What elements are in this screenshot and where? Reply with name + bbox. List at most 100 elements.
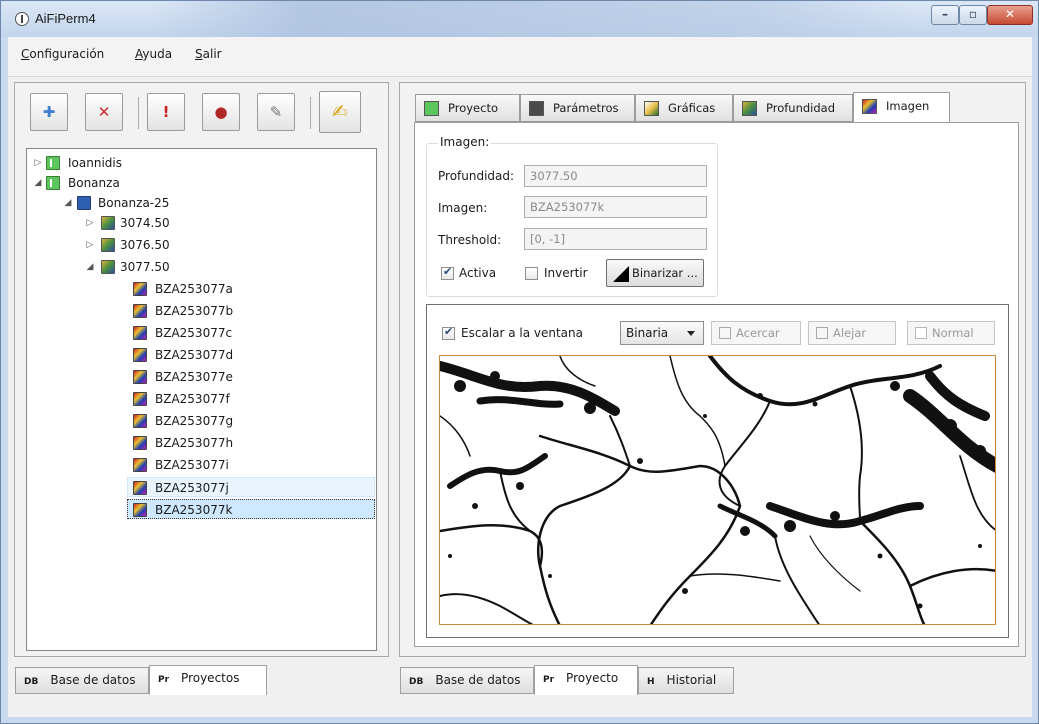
normal-button[interactable]: Normal — [907, 321, 995, 345]
tree-node-label: Bonanza — [68, 176, 120, 190]
normal-checkbox-icon — [915, 327, 927, 339]
tree-node-image[interactable]: BZA253077b — [127, 301, 247, 321]
tree-node-bonanza-25[interactable]: ◢ Bonanza-25 — [27, 193, 367, 213]
alert-button[interactable]: ! — [147, 93, 185, 131]
tab-label: Parámetros — [553, 101, 619, 115]
collapsed-expander-icon[interactable]: ▷ — [33, 153, 43, 173]
zoom-out-icon — [816, 327, 828, 339]
activa-checkbox[interactable] — [441, 265, 454, 280]
tree-node-image-hovered[interactable]: BZA253077j — [127, 477, 375, 497]
mode-select[interactable]: Binaria — [620, 321, 704, 345]
collapsed-expander-icon[interactable]: ▷ — [85, 213, 95, 233]
project-icon — [46, 176, 60, 190]
tab-imagen[interactable]: Imagen — [853, 92, 950, 123]
maximize-button[interactable]: ▫ — [959, 5, 987, 25]
project-icon — [424, 101, 439, 116]
tree-node-bonanza[interactable]: ◢ Bonanza — [27, 173, 367, 193]
expanded-expander-icon[interactable]: ◢ — [63, 193, 73, 213]
alejar-button[interactable]: Alejar — [808, 321, 896, 345]
menu-bar: Configuración Ayuda Salir — [8, 37, 1032, 77]
escalar-checkbox[interactable] — [442, 325, 455, 340]
tree-node-label: BZA253077f — [155, 392, 230, 406]
tab-label: Base de datos — [50, 673, 136, 687]
maximize-icon: ▫ — [968, 7, 978, 21]
threshold-field[interactable]: [0, -1] — [524, 228, 707, 250]
delete-icon: ✕ — [97, 103, 111, 121]
tab-graficas[interactable]: Gráficas — [635, 94, 733, 122]
tree-node-depth[interactable]: ▷ 3074.50 — [27, 213, 367, 233]
tab-label: Historial — [666, 673, 717, 687]
tree-node-depth[interactable]: ▷ 3076.50 — [27, 235, 367, 255]
tree-node-label: Bonanza-25 — [98, 196, 170, 210]
tree-node-depth[interactable]: ◢ 3077.50 — [27, 257, 367, 277]
parameters-icon — [529, 101, 544, 116]
menu-salir[interactable]: Salir — [195, 47, 222, 61]
tree-node-image[interactable]: BZA253077d — [127, 345, 247, 365]
tab-base-de-datos[interactable]: DB Base de datos — [400, 667, 534, 694]
normal-label: Normal — [932, 326, 974, 340]
tab-proyecto[interactable]: Proyecto — [415, 94, 520, 122]
activa-label: Activa — [459, 266, 497, 280]
tab-label: Gráficas — [668, 101, 716, 115]
tab-label: Proyecto — [448, 101, 498, 115]
tree-node-image[interactable]: BZA253077f — [127, 389, 247, 409]
invertir-checkbox[interactable] — [525, 267, 538, 280]
imagen-field[interactable]: BZA253077k — [524, 196, 707, 218]
binarizar-label: Binarizar ... — [632, 266, 698, 280]
tab-label: Base de datos — [435, 673, 521, 687]
expanded-expander-icon[interactable]: ◢ — [33, 173, 43, 193]
alejar-label: Alejar — [833, 326, 867, 340]
image-icon — [133, 392, 147, 406]
tree-node-image[interactable]: BZA253077g — [127, 411, 247, 431]
calculate-button[interactable]: ✍ — [319, 91, 361, 133]
image-icon — [133, 304, 147, 318]
tree-node-image[interactable]: BZA253077c — [127, 323, 247, 343]
tree-node-image[interactable]: BZA253077h — [127, 433, 247, 453]
acercar-label: Acercar — [736, 326, 780, 340]
menu-configuracion[interactable]: Configuración — [21, 47, 104, 61]
pore-button[interactable]: ● — [202, 93, 240, 131]
tree-node-label: BZA253077k — [155, 503, 233, 517]
add-image-button[interactable]: ✚ — [30, 93, 68, 131]
tree-node-image[interactable]: BZA253077a — [127, 279, 247, 299]
pr-code: Pr — [158, 675, 170, 685]
depth-icon — [742, 101, 757, 116]
tree-node-ioannidis[interactable]: ▷ Ioannidis — [27, 153, 367, 173]
minimize-button[interactable]: – — [931, 5, 959, 25]
tab-historial[interactable]: H Historial — [638, 667, 734, 694]
expanded-expander-icon[interactable]: ◢ — [85, 257, 95, 277]
exclamation-icon: ! — [162, 103, 170, 121]
tab-parametros[interactable]: Parámetros — [520, 94, 635, 122]
project-tree[interactable]: ▷ Ioannidis ◢ Bonanza ◢ Bonanza-25 ▷ 307… — [26, 148, 377, 651]
collapsed-expander-icon[interactable]: ▷ — [85, 235, 95, 255]
binary-image-display[interactable] — [439, 355, 996, 625]
image-icon — [133, 481, 147, 495]
profundidad-field[interactable]: 3077.50 — [524, 165, 707, 187]
tab-proyectos[interactable]: Pr Proyectos — [149, 665, 267, 695]
binarizar-button[interactable]: Binarizar ... — [606, 259, 704, 287]
tree-node-image[interactable]: BZA253077i — [127, 455, 247, 475]
tab-proyecto-bottom[interactable]: Pr Proyecto — [534, 665, 638, 695]
tree-node-image[interactable]: BZA253077e — [127, 367, 247, 387]
tab-base-de-datos[interactable]: DB Base de datos — [15, 667, 149, 694]
tree-node-image-selected[interactable]: BZA253077k — [127, 499, 375, 519]
tree-node-label: BZA253077g — [155, 414, 234, 428]
menu-ayuda[interactable]: Ayuda — [135, 47, 172, 61]
tree-node-label: 3077.50 — [120, 260, 170, 274]
threshold-label: Threshold: — [438, 233, 502, 247]
wand-button[interactable]: ✎ — [257, 93, 295, 131]
image-icon — [133, 282, 147, 296]
delete-button[interactable]: ✕ — [85, 93, 123, 131]
db-code: DB — [24, 677, 39, 687]
title-bar[interactable]: AiFiPerm4 – ▫ ✕ — [1, 1, 1038, 37]
tab-profundidad[interactable]: Profundidad — [733, 94, 853, 122]
add-icon: ✚ — [42, 103, 56, 121]
binarize-icon — [613, 266, 629, 282]
app-power-icon — [15, 12, 29, 26]
close-button[interactable]: ✕ — [987, 5, 1033, 25]
thin-section-binary-image — [440, 356, 995, 624]
window-title: AiFiPerm4 — [35, 11, 96, 26]
acercar-button[interactable]: Acercar — [711, 321, 801, 345]
chevron-down-icon — [687, 331, 695, 336]
image-icon — [133, 458, 147, 472]
